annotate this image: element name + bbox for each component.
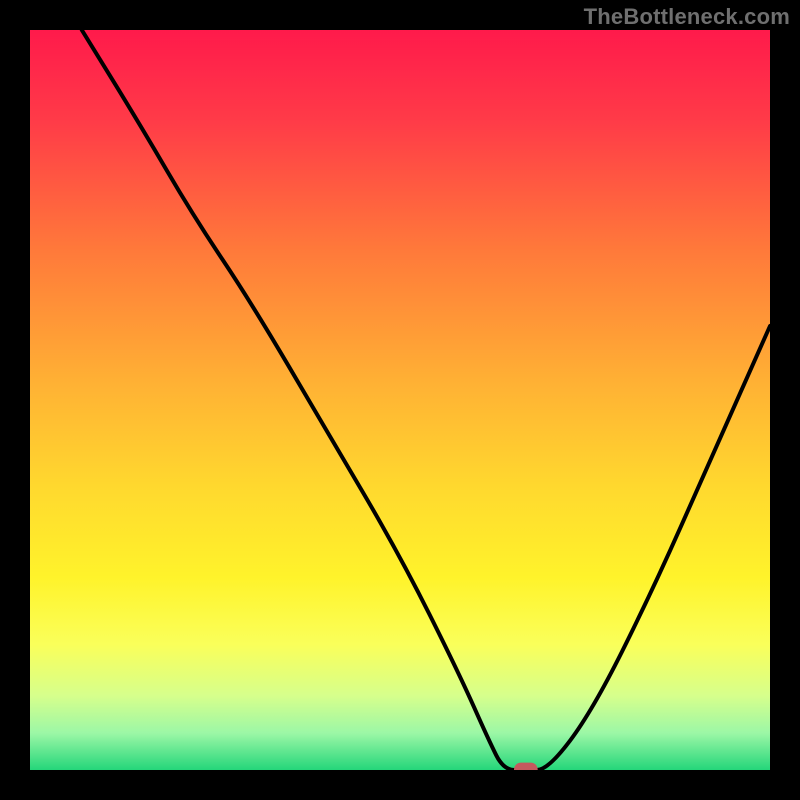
- gradient-background: [30, 30, 770, 770]
- chart-frame: TheBottleneck.com: [0, 0, 800, 800]
- bottleneck-plot: [30, 30, 770, 770]
- optimal-marker: [514, 763, 538, 770]
- watermark-text: TheBottleneck.com: [584, 4, 790, 30]
